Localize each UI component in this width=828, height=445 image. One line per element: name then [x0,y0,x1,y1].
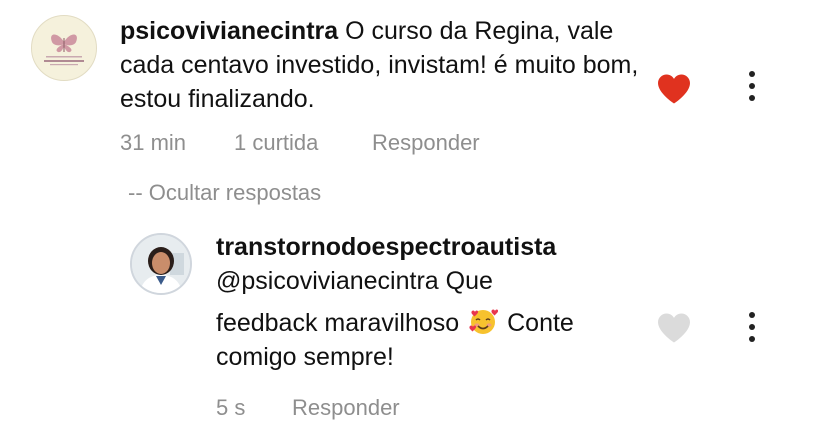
more-options-icon[interactable] [746,70,758,102]
reply-button[interactable]: Responder [372,130,480,156]
heart-filled-icon[interactable] [656,73,692,105]
comment-username[interactable]: psicovivianecintra [120,17,338,45]
reply-text-last: comigo sempre! [216,343,394,371]
reply-time: 5 s [216,395,246,420]
reply-text-end: Conte [507,309,574,337]
reply-text-start: Que [445,267,493,295]
reply-more-options-icon[interactable] [746,311,758,343]
smiling-face-with-hearts-icon [469,309,499,334]
reply-text-mid: feedback maravilhoso [216,309,460,337]
comment-likes-count[interactable]: 1 curtida [234,130,318,156]
mention-link[interactable]: @psicovivianecintra [216,267,439,295]
hide-replies-button[interactable]: -- Ocultar respostas [128,180,321,206]
profile-photo-icon [132,235,190,293]
avatar-psicovivianecintra[interactable] [31,15,97,81]
avatar-transtornodoespectroautista[interactable] [130,233,192,295]
heart-outline-icon[interactable] [656,312,692,344]
reply-body: transtornodoespectroautista @psicovivian… [216,230,656,374]
reply-reply-button[interactable]: Responder [292,395,400,421]
butterfly-logo-icon [44,34,84,66]
comment-time: 31 min [120,130,187,155]
reply-username[interactable]: transtornodoespectroautista [216,230,656,264]
comment-body: psicovivianecintra O curso da Regina, va… [120,14,640,116]
